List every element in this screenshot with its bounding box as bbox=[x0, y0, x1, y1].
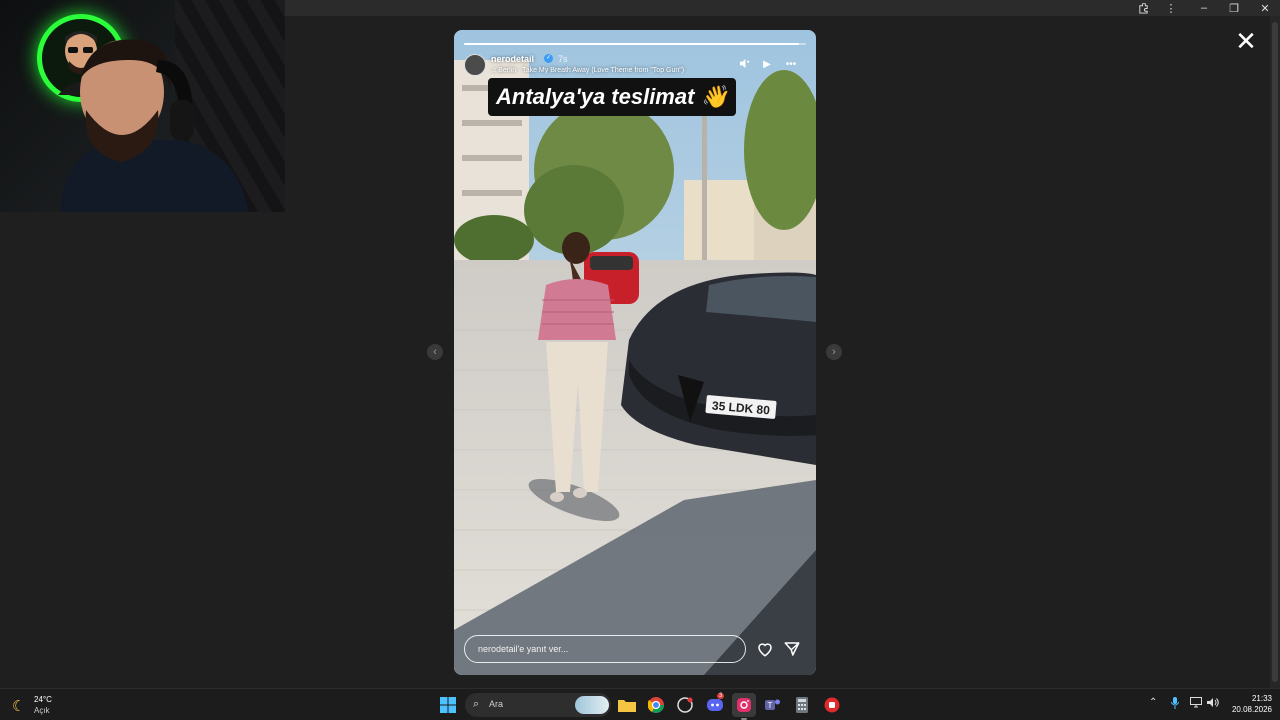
story-progress-bar bbox=[464, 43, 806, 45]
extensions-icon[interactable] bbox=[1128, 0, 1158, 16]
chrome-icon[interactable] bbox=[644, 693, 668, 717]
story-username[interactable]: nerodetail bbox=[491, 54, 534, 64]
next-story-arrow[interactable]: › bbox=[826, 344, 842, 360]
heart-icon[interactable] bbox=[756, 640, 774, 658]
verified-badge-icon: ✓ bbox=[544, 54, 553, 63]
reply-input[interactable] bbox=[465, 636, 745, 662]
moon-icon: ☾ bbox=[12, 698, 26, 715]
story-photo: 35 LDK 80 bbox=[454, 30, 816, 675]
system-clock[interactable]: 21:33 20.08.2026 bbox=[1222, 693, 1272, 715]
clock-date: 20.08.2026 bbox=[1231, 705, 1272, 714]
story-caption: Antalya'ya teslimat 👋 bbox=[488, 78, 736, 116]
instagram-icon[interactable] bbox=[732, 693, 756, 720]
webcam-overlay bbox=[0, 0, 285, 212]
recorder-icon[interactable] bbox=[820, 693, 844, 717]
story-music-label[interactable]: ♫ Berlin · Take My Breath Away (Love The… bbox=[491, 67, 684, 74]
speaker-icon[interactable] bbox=[737, 58, 751, 72]
speaker-volume-icon[interactable] bbox=[1207, 697, 1219, 711]
notification-badge: 3 bbox=[717, 693, 725, 699]
close-icon[interactable]: ✕ bbox=[1234, 28, 1258, 54]
taskbar-search[interactable]: ⌕ Ara bbox=[465, 693, 611, 717]
user-avatar[interactable] bbox=[464, 54, 486, 76]
music-title: Berlin · Take My Breath Away (Love Theme… bbox=[498, 67, 685, 74]
search-icon: ⌕ bbox=[473, 698, 480, 710]
restore-icon[interactable]: ❐ bbox=[1219, 0, 1249, 16]
send-icon[interactable] bbox=[783, 640, 801, 658]
story-progress-fill bbox=[464, 43, 800, 45]
story-card[interactable]: 35 LDK 80 nerodetail ✓ 7s ♫ Berlin · Tak… bbox=[454, 30, 816, 675]
search-highlight-image bbox=[575, 696, 609, 714]
browser-menu-icon[interactable]: ⋮ bbox=[1156, 0, 1186, 16]
previous-story-arrow[interactable]: ‹ bbox=[427, 344, 443, 360]
story-timestamp: 7s bbox=[558, 54, 568, 64]
search-label: Ara bbox=[489, 699, 504, 709]
calculator-icon[interactable] bbox=[790, 693, 814, 717]
taskbar: ☾ 24°C Açık ⌕ Ara 3 T ⌃ 21:33 20.08.2026 bbox=[0, 688, 1280, 720]
teams-icon[interactable]: T bbox=[761, 693, 785, 717]
weather-temperature: 24°C bbox=[34, 695, 52, 704]
weather-condition: Açık bbox=[34, 706, 50, 715]
svg-text:T: T bbox=[768, 701, 773, 710]
app-icon[interactable] bbox=[673, 693, 697, 717]
more-icon[interactable]: ••• bbox=[784, 58, 798, 72]
discord-icon[interactable]: 3 bbox=[703, 693, 727, 717]
chevron-up-icon[interactable]: ⌃ bbox=[1149, 697, 1157, 708]
play-icon[interactable]: ▶ bbox=[760, 58, 774, 72]
microphone-icon[interactable] bbox=[1170, 697, 1180, 712]
reply-field[interactable] bbox=[464, 635, 746, 663]
start-button[interactable] bbox=[436, 693, 460, 717]
window-close-icon[interactable]: ✕ bbox=[1250, 0, 1280, 16]
scrollbar-thumb[interactable] bbox=[1272, 22, 1278, 682]
clock-time: 21:33 bbox=[1251, 694, 1272, 703]
minimize-icon[interactable]: – bbox=[1189, 0, 1219, 16]
display-icon[interactable] bbox=[1190, 697, 1202, 711]
file-explorer-icon[interactable] bbox=[615, 693, 639, 717]
page-scrollbar[interactable] bbox=[1270, 16, 1280, 688]
streamer-camera-feed bbox=[60, 39, 249, 212]
